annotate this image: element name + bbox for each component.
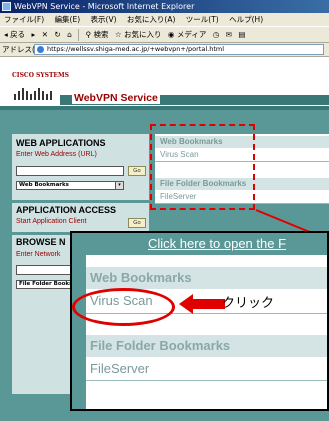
web-bookmarks-select-value: Web Bookmarks <box>19 182 69 188</box>
ie-icon <box>2 2 11 11</box>
zoom-fileserver-link[interactable]: FileServer <box>90 361 149 376</box>
red-arrow-icon <box>179 294 225 314</box>
menubar: ファイル(F) 編集(E) 表示(V) お気に入り(A) ツール(T) ヘルプ(… <box>0 13 329 26</box>
chevron-down-icon: ▾ <box>115 182 123 189</box>
menu-help[interactable]: ヘルプ(H) <box>225 13 267 26</box>
toolbar: ◂ 戻る ▸ ✕ ↻ ⌂ ⚲ 検索 ☆ お気に入り ◉ メディア ◷ ✉ ▤ <box>0 26 329 43</box>
web-address-input[interactable] <box>16 166 124 176</box>
application-access-title: APPLICATION ACCESS <box>16 205 117 215</box>
address-input[interactable]: https://wellssv.shiga-med.ac.jp/+webvpn+… <box>34 44 324 55</box>
menu-file[interactable]: ファイル(F) <box>0 13 48 26</box>
window-title: WebVPN Service - Microsoft Internet Expl… <box>14 2 195 11</box>
highlight-ellipse <box>72 288 175 326</box>
stop-button[interactable]: ✕ <box>40 27 50 42</box>
cisco-bridge-icon <box>14 88 52 100</box>
zoom-left-band <box>72 233 86 409</box>
back-button[interactable]: ◂ 戻る <box>2 27 27 42</box>
web-bookmarks-select[interactable]: Web Bookmarks ▾ <box>16 181 124 190</box>
click-instruction: クリック <box>222 296 275 311</box>
browse-network-title: BROWSE N <box>16 237 66 247</box>
menu-view[interactable]: 表示(V) <box>87 13 121 26</box>
app-go-button[interactable]: Go <box>128 218 146 228</box>
search-button[interactable]: ⚲ 検索 <box>84 27 111 42</box>
address-bar: アドレス(D) https://wellssv.shiga-med.ac.jp/… <box>0 43 329 57</box>
folder-bookmarks-select-value: File Folder Bookm <box>19 281 75 287</box>
media-button[interactable]: ◉ メディア <box>166 27 208 42</box>
forward-button[interactable]: ▸ <box>30 27 38 42</box>
enter-network-label: Enter Network <box>16 251 61 258</box>
media-icon: ◉ <box>167 30 175 39</box>
menu-favorites[interactable]: お気に入り(A) <box>123 13 179 26</box>
cisco-logo-text: CISCO SYSTEMS <box>12 72 69 79</box>
mail-button[interactable]: ✉ <box>224 27 234 42</box>
page-icon <box>37 46 44 53</box>
zoom-row-divider <box>86 380 327 381</box>
screenshot-root: WebVPN Service - Microsoft Internet Expl… <box>0 0 329 421</box>
back-arrow-icon: ◂ <box>4 30 8 39</box>
home-button[interactable]: ⌂ <box>65 27 74 42</box>
highlight-dashed-box <box>150 124 255 210</box>
back-button-label: 戻る <box>10 30 26 39</box>
menu-tools[interactable]: ツール(T) <box>182 13 223 26</box>
zoom-web-bookmarks-header: Web Bookmarks <box>86 267 327 289</box>
zoom-file-folder-header: File Folder Bookmarks <box>86 335 327 357</box>
refresh-button[interactable]: ↻ <box>52 27 62 42</box>
menu-edit[interactable]: 編集(E) <box>51 13 85 26</box>
favorites-icon: ☆ <box>114 30 122 39</box>
app-title: WebVPN Service <box>72 92 160 104</box>
window-titlebar: WebVPN Service - Microsoft Internet Expl… <box>0 0 329 13</box>
print-button[interactable]: ▤ <box>236 27 247 42</box>
zoom-open-link[interactable]: Click here to open the F <box>148 236 286 251</box>
web-address-label: Enter Web Address (URL) <box>16 151 97 158</box>
media-button-label: メディア <box>176 30 207 39</box>
favorites-button[interactable]: ☆ お気に入り <box>113 27 164 42</box>
search-icon: ⚲ <box>85 30 92 39</box>
search-button-label: 検索 <box>93 30 109 39</box>
section-divider <box>12 200 149 203</box>
history-button[interactable]: ◷ <box>211 27 222 42</box>
zoom-callout: Click here to open the F Web Bookmarks V… <box>70 231 329 411</box>
favorites-button-label: お気に入り <box>124 30 162 39</box>
web-go-button[interactable]: Go <box>128 166 146 176</box>
toolbar-separator <box>78 29 80 41</box>
start-application-label: Start Application Client <box>16 218 87 225</box>
web-applications-title: WEB APPLICATIONS <box>16 138 106 148</box>
address-value: https://wellssv.shiga-med.ac.jp/+webvpn+… <box>47 45 225 53</box>
